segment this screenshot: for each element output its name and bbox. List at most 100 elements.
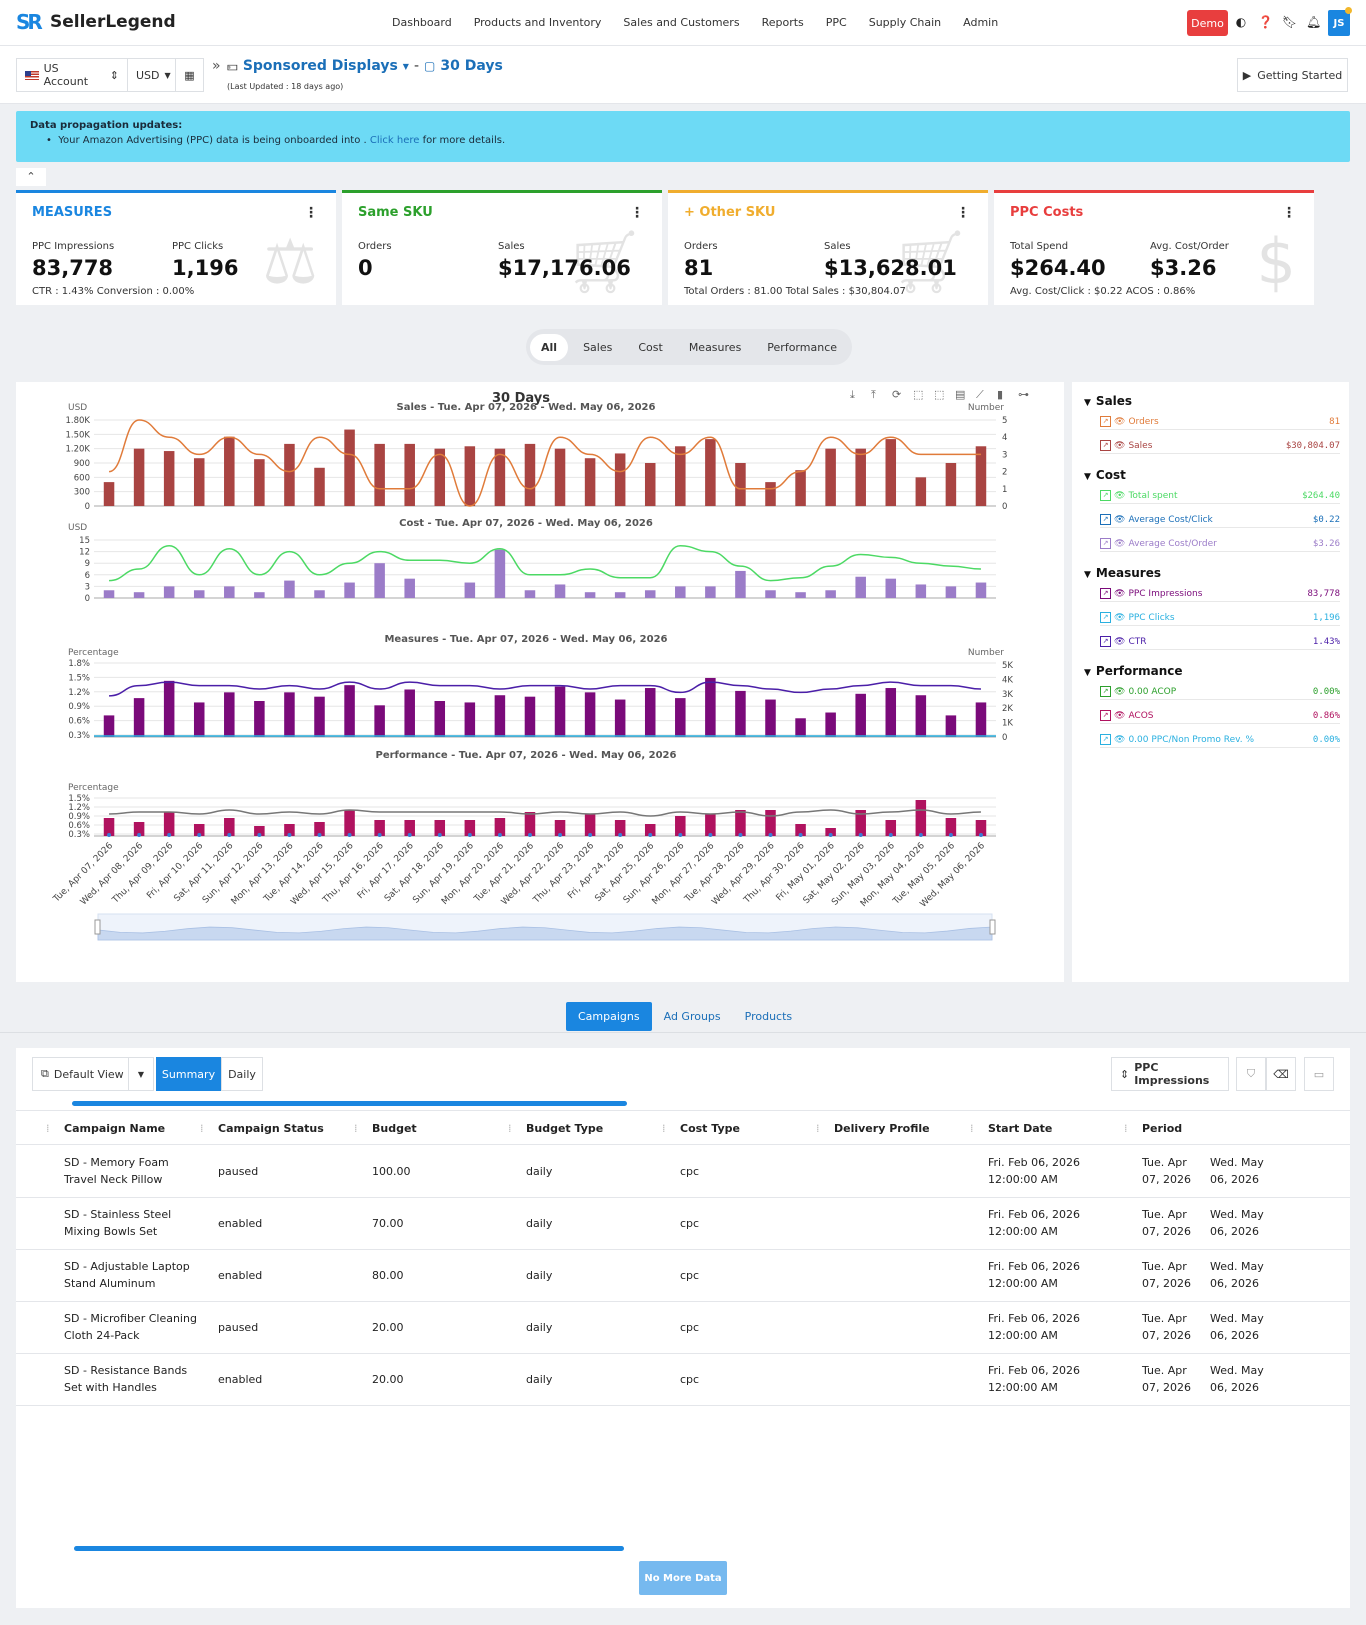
bar-sales[interactable] — [915, 477, 927, 506]
bar-total-spent[interactable] — [133, 592, 145, 598]
point-acop[interactable] — [828, 833, 833, 837]
bar-acos[interactable] — [915, 800, 927, 836]
chart-tool-icon[interactable]: ⬚ — [913, 388, 923, 401]
bar-sales[interactable] — [434, 448, 446, 506]
legend-item[interactable]: ↗ 👁︎ Total spent $264.40 — [1100, 490, 1340, 501]
bar-total-spent[interactable] — [494, 549, 506, 598]
bar-sales[interactable] — [464, 446, 476, 506]
column-resize-icon[interactable]: ⁞ — [662, 1122, 666, 1135]
bar-sales[interactable] — [344, 429, 355, 506]
filter-button[interactable]: ⛉ — [1236, 1057, 1266, 1091]
bar-ppc-impressions[interactable] — [524, 696, 536, 737]
chart-tool-icon[interactable]: ⟋ — [976, 388, 984, 401]
bar-ppc-impressions[interactable] — [314, 696, 325, 737]
segment-measures[interactable]: Measures — [678, 334, 752, 361]
bar-sales[interactable] — [885, 439, 897, 506]
bar-total-spent[interactable] — [644, 590, 656, 598]
column-resize-icon[interactable]: ⁞ — [354, 1122, 358, 1135]
legend-group-cost[interactable]: ▼ Cost — [1084, 468, 1126, 482]
segment-cost[interactable]: Cost — [627, 334, 673, 361]
bar-total-spent[interactable] — [675, 586, 686, 598]
bar-ppc-impressions[interactable] — [675, 698, 686, 737]
column-header[interactable]: Cost Type — [680, 1122, 740, 1135]
bar-total-spent[interactable] — [975, 582, 987, 598]
bar-total-spent[interactable] — [284, 580, 295, 598]
bar-sales[interactable] — [705, 439, 716, 506]
segment-all[interactable]: All — [530, 333, 569, 361]
bar-ppc-impressions[interactable] — [344, 685, 355, 737]
bar-sales[interactable] — [404, 443, 415, 506]
point-acop[interactable] — [197, 833, 202, 837]
nav-sales-customers[interactable]: Sales and Customers — [623, 16, 739, 29]
bar-total-spent[interactable] — [193, 590, 205, 598]
legend-check-icon[interactable]: ↗ — [1100, 538, 1111, 549]
demo-badge[interactable]: Demo — [1187, 10, 1228, 36]
legend-check-icon[interactable]: ↗ — [1100, 686, 1111, 697]
point-acop[interactable] — [858, 833, 863, 837]
view-select[interactable]: ⧉ Default View — [32, 1057, 139, 1091]
bar-total-spent[interactable] — [885, 578, 897, 598]
bar-total-spent[interactable] — [524, 590, 536, 598]
legend-group-sales[interactable]: ▼ Sales — [1084, 394, 1132, 408]
bar-total-spent[interactable] — [103, 590, 115, 598]
column-resize-icon[interactable]: ⁞ — [200, 1122, 204, 1135]
nav-dashboard[interactable]: Dashboard — [392, 16, 452, 29]
legend-check-icon[interactable]: ↗ — [1100, 710, 1111, 721]
chart-tool-icon[interactable]: ⊶ — [1018, 388, 1029, 401]
chart-tool-icon[interactable]: ⟳ — [892, 388, 901, 401]
bar-sales[interactable] — [314, 467, 325, 506]
bar-sales[interactable] — [825, 448, 836, 506]
date-range-picker[interactable]: 30 Days — [440, 58, 502, 74]
table-row[interactable]: SD - Resistance Bands Set with Handles en… — [16, 1354, 1350, 1406]
bar-sales[interactable] — [795, 470, 806, 506]
bar-sales[interactable] — [765, 482, 776, 506]
point-acop[interactable] — [948, 833, 953, 837]
bar-sales[interactable] — [494, 448, 506, 506]
bar-ppc-impressions[interactable] — [464, 702, 476, 737]
point-acop[interactable] — [467, 833, 472, 837]
legend-check-icon[interactable]: ↗ — [1100, 636, 1111, 647]
bar-ppc-impressions[interactable] — [193, 702, 205, 737]
bar-ppc-impressions[interactable] — [705, 677, 716, 737]
column-resize-icon[interactable]: ⁞ — [1124, 1122, 1128, 1135]
legend-group-performance[interactable]: ▼ Performance — [1084, 664, 1183, 678]
horizontal-scrollbar-top[interactable] — [72, 1101, 627, 1106]
column-resize-icon[interactable]: ⁞ — [970, 1122, 974, 1135]
account-select[interactable]: US Account ⇕ — [16, 58, 128, 92]
bar-sales[interactable] — [945, 463, 957, 506]
bar-acos[interactable] — [735, 810, 746, 836]
point-acop[interactable] — [768, 833, 773, 837]
calculator-button[interactable]: ▦ — [175, 58, 204, 92]
bar-acos[interactable] — [163, 812, 175, 836]
currency-select[interactable]: USD ▼ — [127, 58, 176, 92]
bar-acos[interactable] — [344, 810, 355, 836]
alert-link[interactable]: Click here — [370, 135, 420, 146]
bar-total-spent[interactable] — [464, 582, 476, 598]
bar-sales[interactable] — [374, 443, 385, 506]
bar-ppc-impressions[interactable] — [584, 692, 596, 737]
bar-sales[interactable] — [524, 443, 536, 506]
bar-ppc-impressions[interactable] — [254, 701, 265, 737]
table-row[interactable]: SD - Microfiber Cleaning Cloth 24-Pack pa… — [16, 1302, 1350, 1354]
line-total-acos[interactable] — [109, 809, 981, 817]
bar-total-spent[interactable] — [735, 570, 746, 598]
card-menu-icon[interactable]: ⋮ — [956, 205, 970, 221]
point-acop[interactable] — [798, 833, 803, 837]
bell-icon[interactable]: 🔔︎ — [1306, 15, 1321, 29]
point-acop[interactable] — [347, 833, 352, 837]
bar-ppc-impressions[interactable] — [103, 715, 115, 737]
point-acop[interactable] — [317, 833, 322, 837]
point-acop[interactable] — [287, 833, 292, 837]
bar-ppc-impressions[interactable] — [494, 695, 506, 737]
bar-total-spent[interactable] — [344, 582, 355, 598]
bar-sales[interactable] — [675, 446, 686, 506]
tab-ad-groups[interactable]: Ad Groups — [652, 1002, 733, 1031]
bar-acos[interactable] — [584, 814, 596, 836]
point-acop[interactable] — [618, 833, 623, 837]
legend-check-icon[interactable]: ↗ — [1100, 734, 1111, 745]
point-acop[interactable] — [527, 833, 532, 837]
campaign-type-dropdown[interactable]: Sponsored Displays — [243, 58, 398, 74]
legend-item[interactable]: ↗ 👁︎ Average Cost/Order $3.26 — [1100, 538, 1340, 549]
bar-total-spent[interactable] — [915, 584, 927, 598]
legend-check-icon[interactable]: ↗ — [1100, 490, 1111, 501]
